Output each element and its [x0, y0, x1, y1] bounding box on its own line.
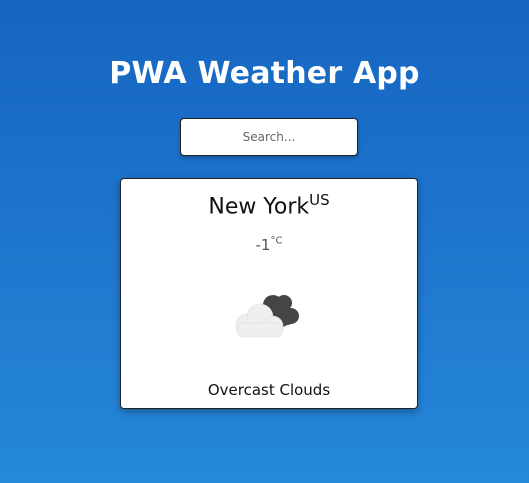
weather-description: Overcast Clouds: [207, 381, 331, 399]
search-input[interactable]: [180, 118, 358, 156]
weather-card: New YorkUS -1°C Overcast Clouds: [120, 178, 418, 409]
country-code: US: [309, 191, 330, 209]
page-title: PWA Weather App: [109, 56, 420, 91]
overcast-clouds-icon: [229, 287, 309, 343]
temperature-unit: °C: [270, 235, 283, 247]
city-heading: New YorkUS: [121, 191, 417, 220]
temperature-value: -1: [255, 236, 271, 254]
city-name: New York: [208, 194, 310, 220]
temperature: -1°C: [121, 235, 417, 254]
